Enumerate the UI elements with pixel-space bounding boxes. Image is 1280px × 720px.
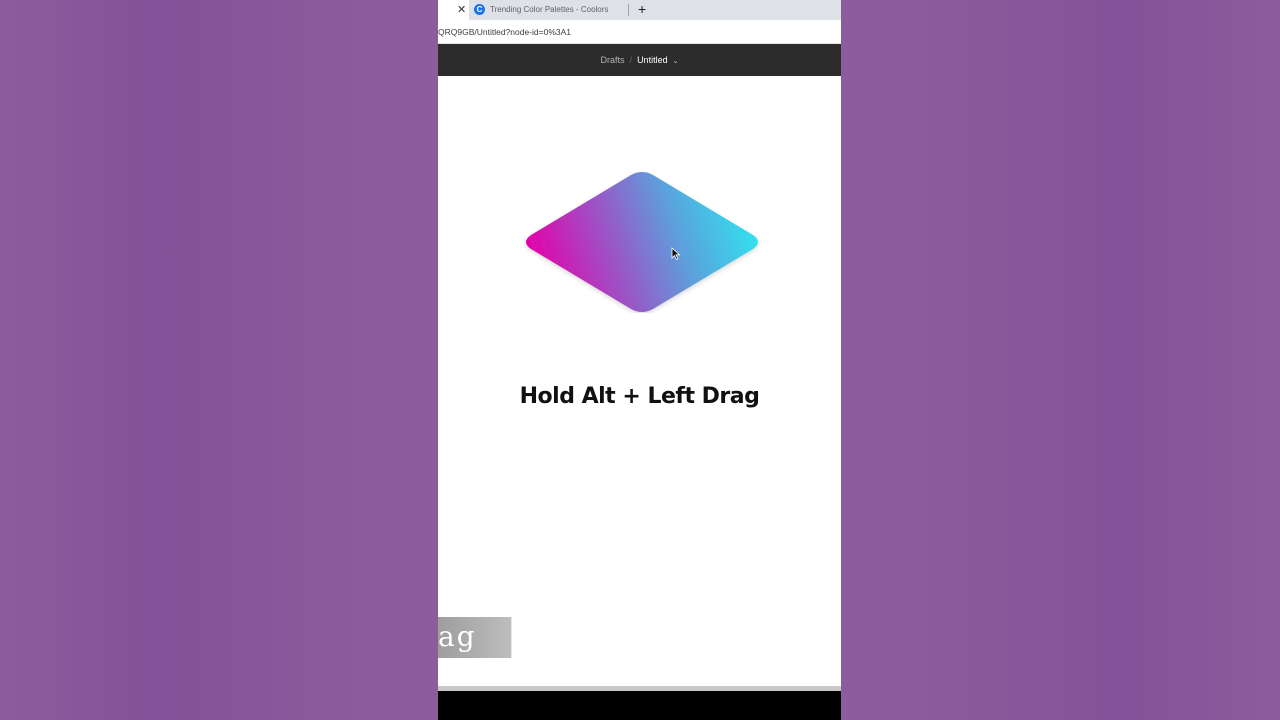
address-bar[interactable]: QRQ9GB/Untitled?node-id=0%3A1 (438, 20, 841, 44)
breadcrumb-separator: / (629, 55, 633, 65)
instruction-caption: Hold Alt + Left Drag (519, 384, 760, 409)
url-text[interactable]: QRQ9GB/Untitled?node-id=0%3A1 (438, 26, 571, 38)
file-name[interactable]: Untitled (637, 55, 668, 65)
design-canvas[interactable]: Hold Alt + Left Drag ag (438, 76, 841, 686)
coolors-favicon-icon: C (474, 4, 485, 15)
new-tab-button[interactable]: + (638, 1, 646, 17)
overlay-text: ag (438, 620, 477, 653)
close-tab-icon[interactable]: ✕ (457, 3, 466, 17)
mouse-cursor-icon (671, 247, 681, 260)
tab-bar: ✕ C Trending Color Palettes - Coolors + (438, 0, 841, 20)
overlay-label: ag (438, 617, 512, 658)
bottom-bar (438, 691, 841, 720)
breadcrumb-drafts[interactable]: Drafts (601, 55, 625, 65)
active-tab[interactable]: ✕ (438, 0, 469, 20)
breadcrumb: Drafts / Untitled ⌄ (438, 54, 841, 68)
browser-window: ✕ C Trending Color Palettes - Coolors + … (438, 0, 841, 720)
editor-toolbar: Drafts / Untitled ⌄ (438, 44, 841, 76)
tab-divider (628, 4, 629, 16)
gradient-diamond-shape[interactable] (522, 171, 762, 313)
tab-title: Trending Color Palettes - Coolors (490, 5, 609, 14)
chevron-down-icon[interactable]: ⌄ (673, 58, 679, 65)
